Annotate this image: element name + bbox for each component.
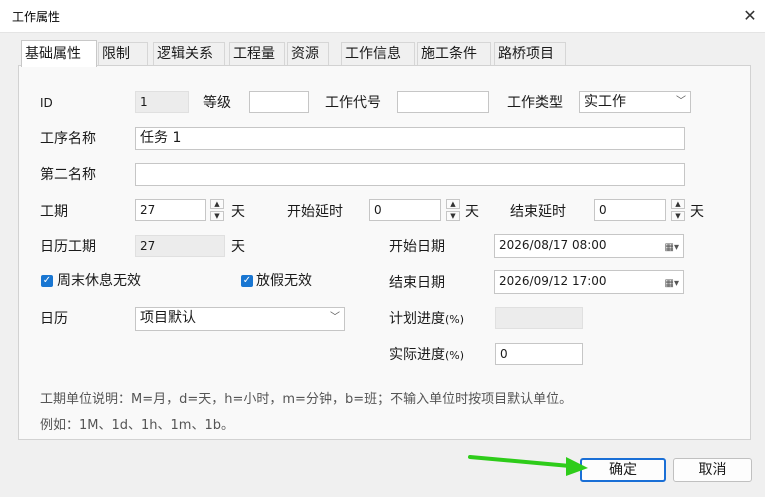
- plan-progress-field: [495, 307, 583, 329]
- actual-progress-field[interactable]: 0: [495, 343, 583, 365]
- start-delay-field[interactable]: 0: [369, 199, 441, 221]
- end-date-picker[interactable]: 2026/09/12 17:00 ▦▾: [494, 270, 684, 294]
- tab-road-bridge[interactable]: 路桥项目: [494, 42, 566, 65]
- start-date-value: 2026/08/17 08:00: [499, 238, 607, 252]
- calendar-select[interactable]: 项目默认 ﹀: [135, 307, 345, 331]
- calendar-duration-unit: 天: [231, 239, 245, 255]
- calendar-duration-field: 27: [135, 235, 225, 257]
- unit-note: 工期单位说明：M=月，d=天，h=小时，m=分钟，b=班；不输入单位时按项目默认…: [40, 392, 573, 407]
- work-type-value: 实工作: [584, 94, 626, 110]
- chevron-down-icon: ﹀: [676, 96, 686, 107]
- duration-label: 工期: [40, 204, 68, 220]
- tab-work-info[interactable]: 工作信息: [341, 42, 415, 65]
- id-field: 1: [135, 91, 189, 113]
- tab-conditions[interactable]: 施工条件: [417, 42, 491, 65]
- tab-constraints[interactable]: 限制: [98, 42, 148, 65]
- cancel-button[interactable]: 取消: [673, 458, 752, 482]
- calendar-duration-label: 日历工期: [40, 239, 96, 255]
- name-label: 工序名称: [40, 131, 96, 147]
- type-label: 工作类型: [507, 95, 563, 111]
- duration-field[interactable]: 27: [135, 199, 206, 221]
- second-name-field[interactable]: [135, 163, 685, 186]
- close-icon[interactable]: ✕: [736, 2, 764, 30]
- end-date-value: 2026/09/12 17:00: [499, 274, 607, 288]
- code-label: 工作代号: [325, 95, 381, 111]
- end-delay-label: 结束延时: [510, 204, 566, 220]
- grade-field[interactable]: [249, 91, 309, 113]
- calendar-label: 日历: [40, 311, 68, 327]
- holiday-label: 放假无效: [256, 273, 312, 289]
- start-date-label: 开始日期: [389, 239, 445, 255]
- calendar-value: 项目默认: [140, 310, 196, 326]
- duration-unit: 天: [231, 204, 245, 220]
- basic-properties-panel: ID 1 等级 工作代号 工作类型 实工作 ﹀ 工序名称 任务 1 第二名称 工…: [18, 65, 751, 440]
- tab-resources[interactable]: 资源: [287, 42, 329, 65]
- tab-logic[interactable]: 逻辑关系: [153, 42, 225, 65]
- unit-example: 例如：1M、1d、1h、1m、1b。: [40, 418, 234, 433]
- name-field[interactable]: 任务 1: [135, 127, 685, 150]
- actual-progress-label: 实际进度(%): [389, 347, 465, 363]
- code-field[interactable]: [397, 91, 489, 113]
- green-arrow-icon: [468, 455, 588, 476]
- grade-label: 等级: [203, 95, 231, 111]
- end-delay-unit: 天: [690, 204, 704, 220]
- window-title: 工作属性: [12, 10, 61, 24]
- tab-quantity[interactable]: 工程量: [229, 42, 285, 65]
- start-delay-stepper[interactable]: ▲ ▼: [446, 199, 460, 221]
- start-delay-label: 开始延时: [287, 204, 343, 220]
- title-bar: 工作属性 ✕: [0, 0, 765, 33]
- second-name-label: 第二名称: [40, 167, 96, 183]
- calendar-icon[interactable]: ▦▾: [665, 274, 679, 293]
- chevron-down-icon: ﹀: [330, 312, 340, 323]
- end-delay-field[interactable]: 0: [594, 199, 666, 221]
- tab-basic[interactable]: 基础属性: [21, 40, 97, 67]
- calendar-icon[interactable]: ▦▾: [665, 238, 679, 257]
- id-label: ID: [40, 96, 53, 110]
- weekend-checkbox[interactable]: ✓: [41, 275, 53, 287]
- start-date-picker[interactable]: 2026/08/17 08:00 ▦▾: [494, 234, 684, 258]
- plan-progress-label: 计划进度(%): [389, 311, 465, 327]
- end-delay-stepper[interactable]: ▲ ▼: [671, 199, 685, 221]
- weekend-label: 周末休息无效: [57, 273, 141, 289]
- end-date-label: 结束日期: [389, 275, 445, 291]
- duration-stepper[interactable]: ▲ ▼: [210, 199, 224, 221]
- work-type-select[interactable]: 实工作 ﹀: [579, 91, 691, 113]
- start-delay-unit: 天: [465, 204, 479, 220]
- holiday-checkbox[interactable]: ✓: [241, 275, 253, 287]
